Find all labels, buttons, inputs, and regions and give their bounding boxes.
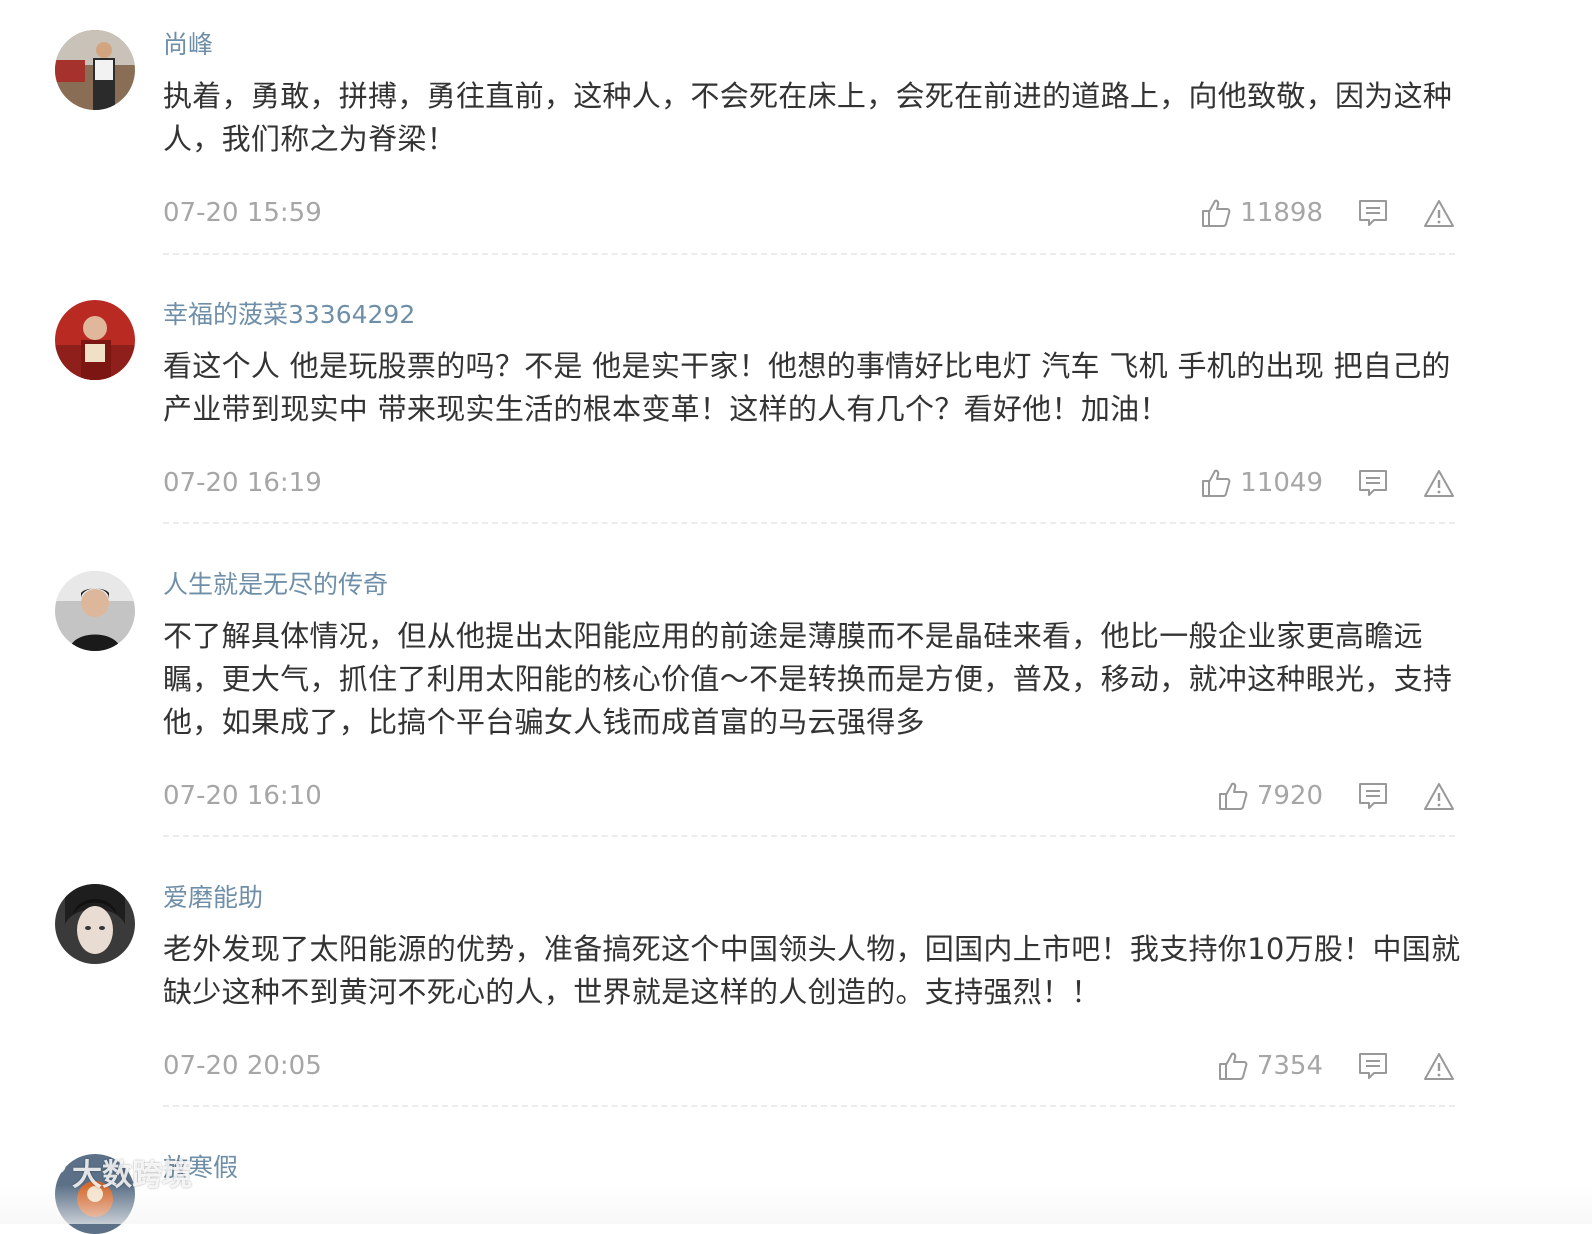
warning-icon [1424, 200, 1454, 227]
timestamp: 07-20 16:19 [163, 468, 322, 498]
avatar[interactable] [55, 30, 135, 110]
thumbs-up-icon [1218, 1052, 1248, 1080]
avatar[interactable] [55, 300, 135, 380]
comment-actions: 7920 [1217, 778, 1455, 814]
avatar[interactable] [55, 571, 135, 651]
watermark-text: 大数跨境 [72, 1158, 192, 1193]
comment-meta: 07-20 20:05 7354 [163, 1048, 1455, 1084]
comment-actions: 11049 [1200, 465, 1455, 501]
comment-text: 看这个人 他是玩股票的吗？不是 他是实干家！他想的事情好比电灯 汽车 飞机 手机… [163, 349, 1451, 426]
reply-button[interactable] [1357, 197, 1389, 229]
username[interactable]: 尚峰 [163, 30, 213, 60]
comment-text: 不了解具体情况，但从他提出太阳能应用的前途是薄膜而不是晶硅来看，他比一般企业家更… [163, 619, 1453, 739]
divider [163, 1105, 1455, 1107]
timestamp: 07-20 15:59 [163, 198, 322, 228]
divider [163, 253, 1455, 255]
reply-button[interactable] [1357, 1050, 1389, 1082]
comment-text: 执着，勇敢，拼搏，勇往直前，这种人，不会死在床上，会死在前进的道路上，向他致敬，… [163, 79, 1453, 156]
comment-meta: 07-20 16:10 7920 [163, 778, 1455, 814]
timestamp: 07-20 16:10 [163, 781, 322, 811]
like-button[interactable]: 11898 [1200, 195, 1323, 231]
like-count: 11898 [1240, 198, 1323, 228]
reply-button[interactable] [1357, 780, 1389, 812]
warning-icon [1424, 470, 1454, 497]
avatar-image [55, 30, 135, 110]
avatar-image [55, 300, 135, 380]
report-button[interactable] [1423, 780, 1455, 812]
username[interactable]: 幸福的菠菜33364292 [163, 300, 415, 330]
avatar[interactable] [55, 884, 135, 964]
like-button[interactable]: 7354 [1217, 1048, 1323, 1084]
comment-meta: 07-20 16:19 11049 [163, 465, 1455, 501]
comment-actions: 11898 [1200, 195, 1455, 231]
report-button[interactable] [1423, 197, 1455, 229]
like-button[interactable]: 7920 [1217, 778, 1323, 814]
thumbs-up-icon [1218, 782, 1248, 810]
thumbs-up-icon [1202, 469, 1231, 497]
comment-text: 老外发现了太阳能源的优势，准备搞死这个中国领头人物，回国内上市吧！我支持你10万… [163, 932, 1461, 1009]
username[interactable]: 爱磨能助 [163, 883, 263, 913]
report-button[interactable] [1423, 1050, 1455, 1082]
like-count: 7920 [1256, 781, 1323, 811]
watermark-logo-icon [12, 1156, 66, 1188]
comment-actions: 7354 [1217, 1048, 1455, 1084]
thumbs-up-icon [1202, 199, 1231, 227]
comment-icon [1359, 470, 1387, 496]
warning-icon [1424, 783, 1454, 810]
like-count: 11049 [1240, 468, 1323, 498]
bottom-fade [0, 1185, 1592, 1224]
report-button[interactable] [1423, 467, 1455, 499]
divider [163, 835, 1455, 837]
comment-icon [1359, 200, 1387, 226]
timestamp: 07-20 20:05 [163, 1051, 322, 1081]
avatar-image [55, 884, 135, 964]
comment-meta: 07-20 15:59 11898 [163, 195, 1455, 231]
divider [163, 522, 1455, 524]
reply-button[interactable] [1357, 467, 1389, 499]
username[interactable]: 人生就是无尽的传奇 [163, 570, 388, 600]
comment-icon [1359, 783, 1387, 809]
comment-icon [1359, 1053, 1387, 1079]
like-button[interactable]: 11049 [1200, 465, 1323, 501]
warning-icon [1424, 1053, 1454, 1080]
avatar-image [55, 571, 135, 651]
like-count: 7354 [1256, 1051, 1323, 1081]
watermark: 大数跨境 [10, 1150, 192, 1194]
